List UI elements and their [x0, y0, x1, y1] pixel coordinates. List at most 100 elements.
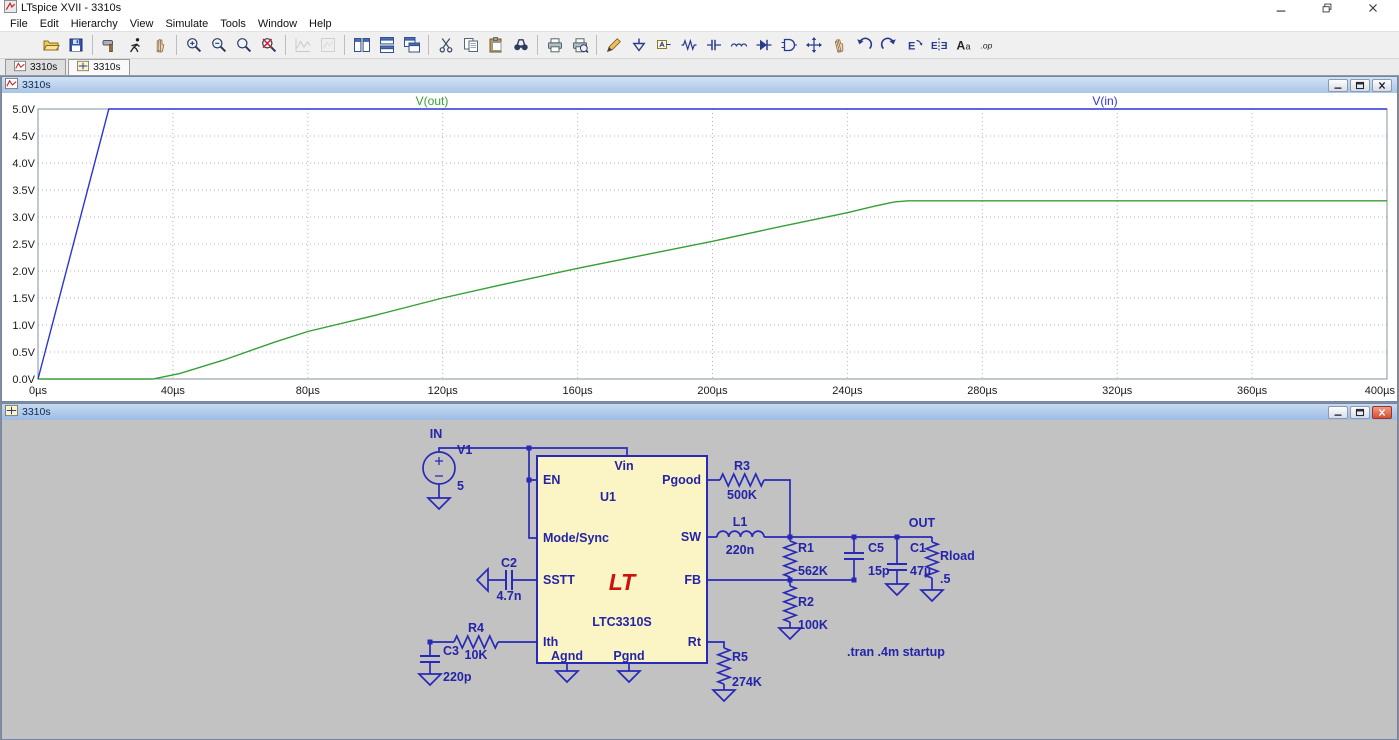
c1-value[interactable]: 47µ — [910, 564, 931, 578]
rload-value[interactable]: .5 — [940, 572, 950, 586]
ground-icon[interactable] — [627, 34, 650, 57]
minimize-button[interactable] — [1273, 0, 1289, 16]
resistor-icon[interactable] — [677, 34, 700, 57]
u1-part-number[interactable]: LTC3310S — [592, 615, 652, 629]
menu-tools[interactable]: Tools — [214, 18, 252, 30]
inductor-icon[interactable] — [727, 34, 750, 57]
r1-name[interactable]: R1 — [798, 541, 814, 555]
control-panel-icon[interactable] — [98, 34, 121, 57]
c3-name[interactable]: C3 — [443, 644, 459, 658]
run-icon[interactable] — [123, 34, 146, 57]
diode-icon[interactable] — [752, 34, 775, 57]
window-controls — [1273, 0, 1395, 16]
r5-name[interactable]: R5 — [732, 650, 748, 664]
drag-icon[interactable] — [827, 34, 850, 57]
l1-name[interactable]: L1 — [733, 515, 748, 529]
schematic-close-button[interactable] — [1372, 406, 1392, 419]
r1-value[interactable]: 562K — [798, 564, 828, 578]
component-icon[interactable] — [777, 34, 800, 57]
cascade-icon[interactable] — [400, 34, 423, 57]
open-icon[interactable] — [39, 34, 62, 57]
title-bar[interactable]: LTspice XVII - 3310s — [0, 0, 1399, 16]
wire-icon[interactable] — [602, 34, 625, 57]
plot-settings-icon — [316, 34, 339, 57]
zoom-full-icon[interactable] — [257, 34, 280, 57]
zoom-out-icon[interactable] — [207, 34, 230, 57]
copy-icon[interactable] — [459, 34, 482, 57]
u1-name[interactable]: U1 — [600, 490, 616, 504]
tile-vertical-icon[interactable] — [350, 34, 373, 57]
menu-window[interactable]: Window — [252, 18, 303, 30]
svg-text:2.0V: 2.0V — [12, 266, 35, 278]
tab-schematic[interactable]: 3310s — [68, 59, 129, 75]
r4-value[interactable]: 10K — [465, 648, 488, 662]
restore-button[interactable] — [1319, 0, 1335, 16]
component-u1[interactable] — [537, 456, 707, 663]
svg-text:360µs: 360µs — [1237, 385, 1268, 397]
zoom-in-icon[interactable] — [182, 34, 205, 57]
print-preview-icon[interactable] — [568, 34, 591, 57]
r3-value[interactable]: 500K — [727, 488, 757, 502]
c2-name[interactable]: C2 — [501, 556, 517, 570]
c3-value[interactable]: 220p — [443, 670, 472, 684]
menu-file[interactable]: File — [4, 18, 34, 30]
u1-pin-fb: FB — [684, 573, 701, 587]
svg-text:40µs: 40µs — [161, 385, 186, 397]
c5-name[interactable]: C5 — [868, 541, 884, 555]
menu-hierarchy[interactable]: Hierarchy — [65, 18, 124, 30]
r2-value[interactable]: 100K — [798, 618, 828, 632]
waveform-window-title: 3310s — [22, 79, 51, 91]
svg-text:160µs: 160µs — [562, 385, 593, 397]
l1-value[interactable]: 220n — [726, 543, 755, 557]
waveform-plot[interactable]: 0µs40µs80µs120µs160µs200µs240µs280µs320µ… — [2, 93, 1397, 401]
text-icon[interactable]: Aa — [952, 34, 975, 57]
find-icon[interactable] — [509, 34, 532, 57]
node-label-out[interactable]: OUT — [909, 516, 936, 530]
schematic-window-titlebar[interactable]: 3310s — [2, 404, 1397, 420]
waveform-close-button[interactable] — [1372, 79, 1392, 92]
menu-edit[interactable]: Edit — [34, 18, 65, 30]
mirror-icon[interactable]: EE — [927, 34, 950, 57]
r4-name[interactable]: R4 — [468, 621, 484, 635]
rotate-icon[interactable]: E — [902, 34, 925, 57]
label-net-icon[interactable] — [652, 34, 675, 57]
cut-icon[interactable] — [434, 34, 457, 57]
schematic-maximize-button[interactable] — [1350, 406, 1370, 419]
undo-icon[interactable] — [852, 34, 875, 57]
schematic-minimize-button[interactable] — [1328, 406, 1348, 419]
spice-directive-text[interactable]: .tran .4m startup — [847, 645, 945, 659]
paste-icon[interactable] — [484, 34, 507, 57]
svg-text:3.0V: 3.0V — [12, 212, 35, 224]
tab-waveform[interactable]: 3310s — [5, 59, 66, 75]
r2-name[interactable]: R2 — [798, 595, 814, 609]
menu-simulate[interactable]: Simulate — [159, 18, 214, 30]
halt-icon[interactable] — [148, 34, 171, 57]
c2-value[interactable]: 4.7n — [496, 589, 521, 603]
v1-name[interactable]: V1 — [457, 443, 472, 457]
rload-name[interactable]: Rload — [940, 549, 975, 563]
redo-icon[interactable] — [877, 34, 900, 57]
r5-value[interactable]: 274K — [732, 675, 762, 689]
v1-value[interactable]: 5 — [457, 479, 464, 493]
schematic-canvas[interactable]: IN OUT V1 5 Vin EN U1 Mode/Sync SSTT Ith… — [2, 420, 1397, 739]
save-icon[interactable] — [64, 34, 87, 57]
move-icon[interactable] — [802, 34, 825, 57]
node-label-in[interactable]: IN — [430, 427, 443, 441]
capacitor-icon[interactable] — [702, 34, 725, 57]
c5-value[interactable]: 15p — [868, 564, 890, 578]
schematic-tab-icon — [77, 60, 89, 75]
zoom-back-icon[interactable] — [232, 34, 255, 57]
r3-name[interactable]: R3 — [734, 459, 750, 473]
component-v1[interactable] — [423, 452, 455, 484]
close-button[interactable] — [1365, 0, 1381, 16]
spice-directive-icon[interactable]: .op — [977, 34, 1000, 57]
waveform-maximize-button[interactable] — [1350, 79, 1370, 92]
print-icon[interactable] — [543, 34, 566, 57]
menu-help[interactable]: Help — [303, 18, 338, 30]
c1-name[interactable]: C1 — [910, 541, 926, 555]
waveform-minimize-button[interactable] — [1328, 79, 1348, 92]
menu-view[interactable]: View — [124, 18, 160, 30]
component-r4 — [454, 636, 498, 648]
tile-horizontal-icon[interactable] — [375, 34, 398, 57]
waveform-window-titlebar[interactable]: 3310s — [2, 77, 1397, 93]
